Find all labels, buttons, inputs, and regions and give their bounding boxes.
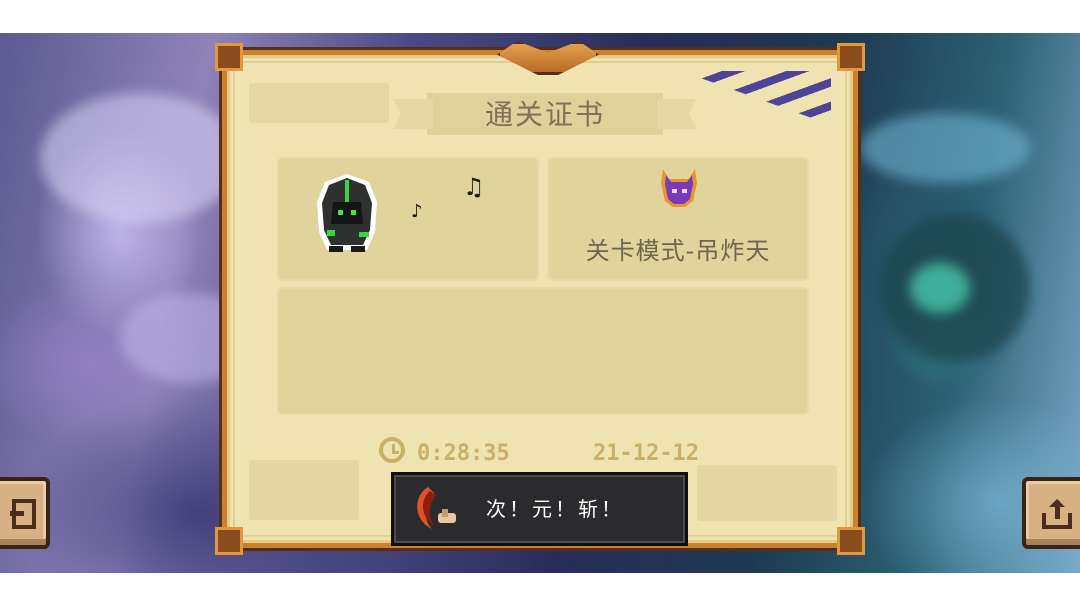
music-note-icon: ♪ — [411, 201, 423, 222]
achievement-toast: 次！元！斩！ — [391, 472, 688, 546]
frame-corner — [215, 43, 243, 71]
share-button[interactable] — [1022, 477, 1080, 549]
exit-door-icon — [10, 499, 36, 529]
share-upload-icon — [1042, 499, 1072, 529]
purple-horned-demon-icon — [661, 169, 697, 207]
faded-ornament — [697, 465, 837, 521]
exit-button[interactable] — [0, 477, 50, 549]
clock-icon — [379, 437, 405, 463]
clear-date: 21-12-12 — [593, 441, 699, 466]
frame-corner — [837, 43, 865, 71]
hooded-green-assassin-icon — [317, 174, 377, 252]
empty-record-panel — [277, 287, 809, 415]
certificate-title: 通关证书 — [484, 98, 605, 131]
background-swirl — [860, 113, 1030, 183]
frame-corner — [215, 527, 243, 555]
faded-ornament — [249, 460, 359, 520]
achievement-text: 次！元！斩！ — [486, 497, 624, 521]
crescent-blade-icon — [417, 487, 456, 529]
corner-banner — [681, 71, 831, 125]
clear-time: 0:28:35 — [417, 441, 510, 466]
frame-corner — [837, 527, 865, 555]
level-mode-label: 关卡模式-吊炸天 — [585, 237, 771, 265]
background-swirl — [910, 263, 970, 313]
faded-ornament — [249, 83, 389, 123]
background-swirl — [40, 93, 240, 223]
music-note-icon: ♫ — [463, 173, 485, 201]
